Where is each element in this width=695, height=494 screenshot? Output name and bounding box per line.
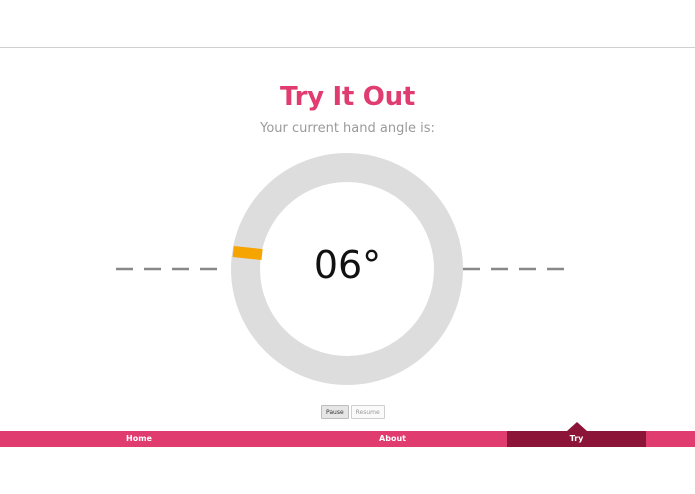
nav-item-try[interactable]: Try: [507, 431, 646, 447]
nav-item-about[interactable]: About: [278, 431, 507, 447]
resume-button[interactable]: Resume: [350, 405, 385, 419]
active-nav-caret: [567, 422, 587, 431]
playback-controls: Pause Resume: [321, 405, 385, 419]
angle-readout: 06°: [313, 243, 382, 287]
page: Try It Out Your current hand angle is: 0…: [0, 0, 695, 494]
pause-button[interactable]: Pause: [321, 405, 349, 419]
nav-item-home[interactable]: Home: [0, 431, 278, 447]
bottom-navbar: Home About Try: [0, 431, 695, 447]
